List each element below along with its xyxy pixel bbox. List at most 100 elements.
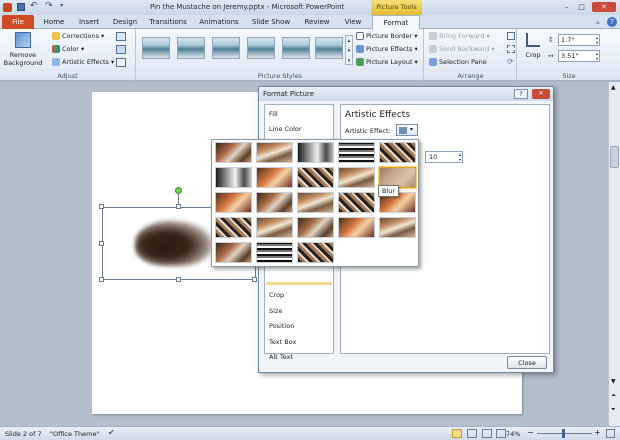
- scroll-up-icon[interactable]: ▲: [611, 84, 616, 91]
- dialog-close-button[interactable]: ✕: [532, 89, 550, 99]
- next-slide-icon[interactable]: ⏷: [611, 406, 616, 414]
- ribbon-minimize-icon[interactable]: ▵: [596, 18, 600, 26]
- picture-style-6[interactable]: [315, 37, 343, 59]
- compress-pictures-icon[interactable]: [116, 32, 126, 41]
- fit-slide-icon[interactable]: [606, 429, 615, 438]
- picture-style-5[interactable]: [282, 37, 310, 59]
- scroll-thumb[interactable]: [610, 146, 619, 168]
- normal-view-icon[interactable]: [452, 429, 462, 438]
- selection-pane-button[interactable]: Selection Pane: [429, 58, 487, 66]
- picture-style-4[interactable]: [247, 37, 275, 59]
- tab-insert[interactable]: Insert: [74, 15, 104, 29]
- category-size[interactable]: Size: [269, 307, 282, 315]
- effect-thumbnail[interactable]: [297, 217, 334, 238]
- undo-icon[interactable]: ↶: [30, 1, 38, 11]
- picture-style-3[interactable]: [212, 37, 240, 59]
- effect-thumbnail[interactable]: [379, 142, 416, 163]
- color-button[interactable]: Color ▾: [52, 45, 84, 53]
- artistic-effect-dropdown[interactable]: ▾: [396, 124, 418, 136]
- tab-review[interactable]: Review: [301, 15, 333, 29]
- slide-show-view-icon[interactable]: [496, 429, 506, 438]
- width-spinner[interactable]: 3.51" ▴ ▾: [558, 50, 600, 62]
- quick-access-customize-icon[interactable]: ▾: [60, 2, 63, 9]
- group-icon[interactable]: [507, 45, 515, 53]
- picture-style-1[interactable]: [142, 37, 170, 59]
- bring-forward-button[interactable]: Bring Forward ▾: [429, 32, 490, 40]
- effect-thumbnail[interactable]: [256, 242, 293, 263]
- zoom-in-icon[interactable]: +: [594, 428, 601, 437]
- tab-animations[interactable]: Animations: [197, 15, 241, 29]
- tab-design[interactable]: Design: [110, 15, 140, 29]
- picture-style-2[interactable]: [177, 37, 205, 59]
- rotation-handle[interactable]: [175, 187, 182, 194]
- dialog-help-button[interactable]: ?: [514, 89, 528, 99]
- height-spinner[interactable]: 1.7" ▴ ▾: [558, 34, 600, 46]
- category-position[interactable]: Position: [269, 322, 294, 330]
- effect-thumbnail[interactable]: [215, 192, 252, 213]
- resize-handle-nw[interactable]: [99, 204, 104, 209]
- close-window-button[interactable]: ✕: [592, 2, 616, 12]
- effect-thumbnail[interactable]: [215, 217, 252, 238]
- slide-sorter-view-icon[interactable]: [467, 429, 477, 438]
- tab-slide-show[interactable]: Slide Show: [249, 15, 293, 29]
- picture-border-button[interactable]: Picture Border ▾: [356, 32, 417, 40]
- effect-thumbnail[interactable]: [256, 192, 293, 213]
- effect-amount-spinner[interactable]: 10 ▴ ▾: [425, 151, 463, 163]
- zoom-level[interactable]: 74%: [506, 430, 520, 438]
- remove-background-button[interactable]: Remove Background: [3, 31, 43, 71]
- redo-icon[interactable]: ↷: [45, 1, 53, 11]
- reading-view-icon[interactable]: [482, 429, 492, 438]
- spinner-arrows-icon[interactable]: ▴ ▾: [596, 51, 598, 61]
- maximize-button[interactable]: □: [575, 2, 588, 12]
- category-crop[interactable]: Crop: [269, 291, 284, 299]
- resize-handle-s[interactable]: [176, 277, 181, 282]
- artistic-effects-button[interactable]: Artistic Effects ▾: [52, 58, 114, 66]
- zoom-slider-thumb[interactable]: [562, 429, 565, 438]
- effect-thumbnail[interactable]: [256, 217, 293, 238]
- align-icon[interactable]: [507, 32, 515, 40]
- effect-thumbnail[interactable]: [215, 167, 252, 188]
- effect-thumbnail[interactable]: [256, 142, 293, 163]
- effect-thumbnail[interactable]: [215, 142, 252, 163]
- corrections-button[interactable]: Corrections ▾: [52, 32, 104, 40]
- category-fill[interactable]: Fill: [269, 110, 278, 118]
- picture-layout-button[interactable]: Picture Layout ▾: [356, 58, 418, 66]
- vertical-scrollbar[interactable]: ▲ ▼ ⏶ ⏷: [608, 82, 620, 426]
- resize-handle-n[interactable]: [176, 204, 181, 209]
- effect-thumbnail[interactable]: [338, 192, 375, 213]
- effect-thumbnail[interactable]: [297, 242, 334, 263]
- previous-slide-icon[interactable]: ⏶: [611, 392, 616, 400]
- rotate-icon[interactable]: ⟳: [507, 57, 514, 66]
- effect-thumbnail[interactable]: [379, 217, 416, 238]
- resize-handle-sw[interactable]: [99, 277, 104, 282]
- save-icon[interactable]: [17, 3, 25, 11]
- spell-check-icon[interactable]: ✔: [108, 428, 115, 437]
- tab-file[interactable]: File: [2, 15, 34, 29]
- styles-scroll-icon[interactable]: ▴ ▾ ▾: [345, 35, 353, 65]
- crop-button[interactable]: Crop: [521, 31, 545, 65]
- tab-home[interactable]: Home: [40, 15, 68, 29]
- effect-thumbnail[interactable]: [256, 167, 293, 188]
- zoom-out-icon[interactable]: −: [527, 428, 534, 437]
- send-backward-button[interactable]: Send Backward ▾: [429, 45, 494, 53]
- category-line-color[interactable]: Line Color: [269, 125, 302, 133]
- effect-thumbnail[interactable]: [338, 142, 375, 163]
- spinner-arrows-icon[interactable]: ▴ ▾: [596, 35, 598, 45]
- effect-thumbnail[interactable]: [297, 142, 334, 163]
- minimize-button[interactable]: –: [560, 2, 573, 12]
- reset-picture-icon[interactable]: [116, 58, 126, 67]
- effect-thumbnail[interactable]: [297, 167, 334, 188]
- tab-view[interactable]: View: [340, 15, 366, 29]
- category-alt-text[interactable]: Alt Text: [269, 353, 293, 361]
- help-icon[interactable]: ?: [607, 17, 617, 27]
- resize-handle-se[interactable]: [252, 277, 257, 282]
- resize-handle-w[interactable]: [99, 241, 104, 246]
- dialog-close-action-button[interactable]: Close: [507, 356, 547, 369]
- effect-thumbnail[interactable]: [338, 217, 375, 238]
- category-text-box[interactable]: Text Box: [269, 338, 296, 346]
- change-picture-icon[interactable]: [116, 45, 126, 54]
- picture-effects-button[interactable]: Picture Effects ▾: [356, 45, 418, 53]
- tab-format[interactable]: Format: [372, 15, 420, 29]
- effect-thumbnail[interactable]: [338, 167, 375, 188]
- spinner-arrows-icon[interactable]: ▴ ▾: [459, 152, 461, 162]
